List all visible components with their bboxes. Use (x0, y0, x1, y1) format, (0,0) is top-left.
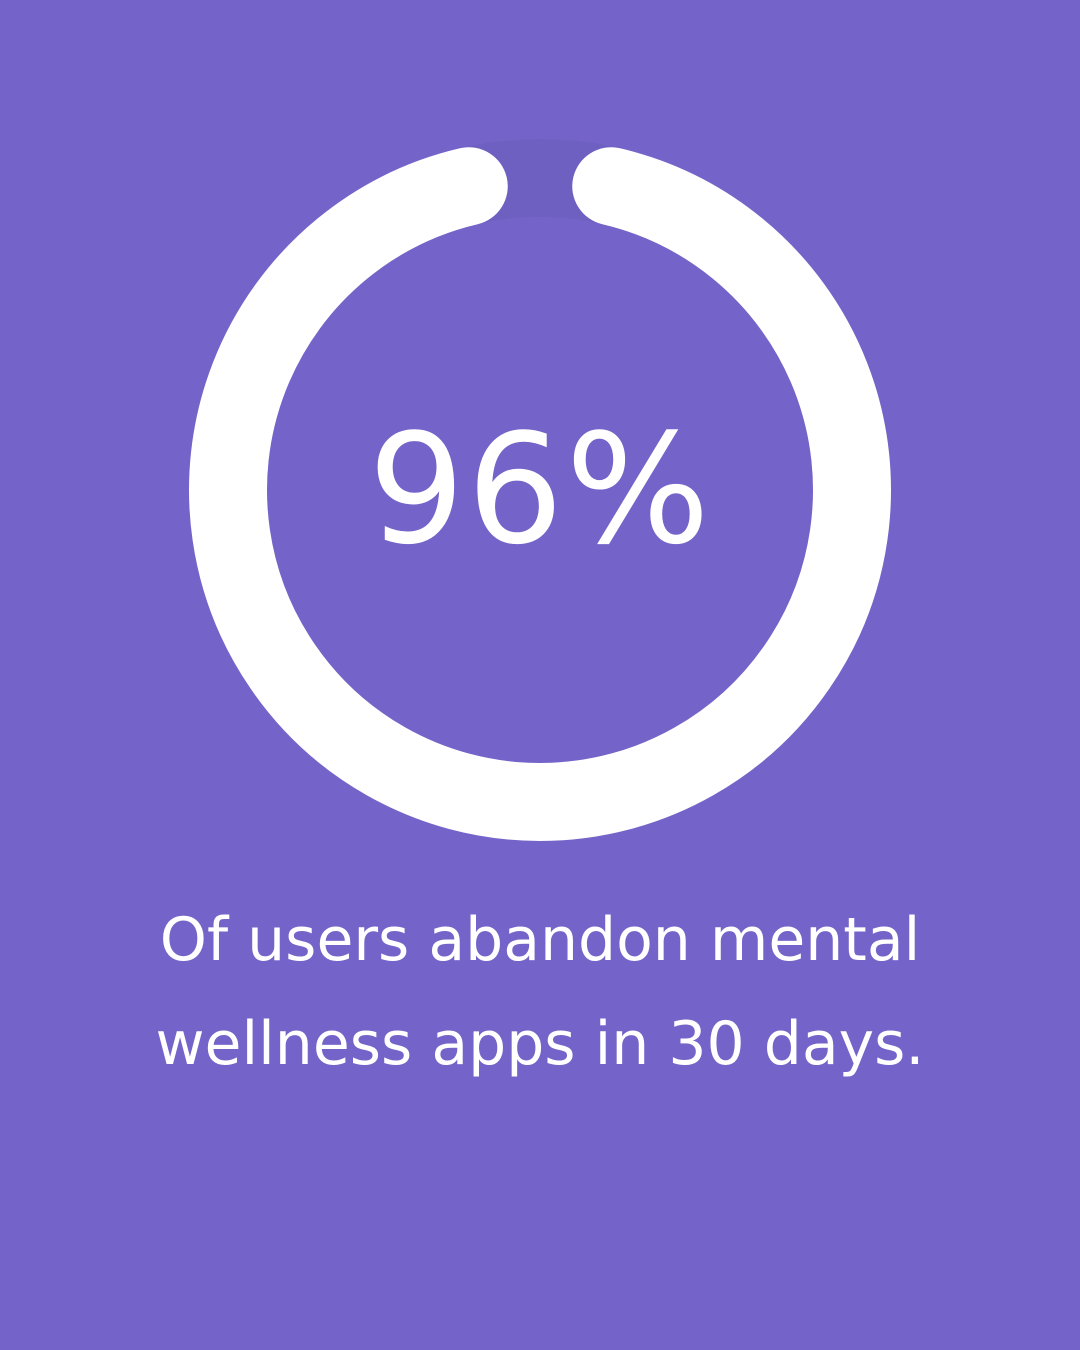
stat-value: 96% (368, 401, 712, 578)
caption-line-1: Of users abandon mental (159, 905, 921, 975)
stat-caption: Of users abandon mental wellness apps in… (60, 888, 1020, 1096)
caption-line-2: wellness apps in 30 days. (155, 1009, 925, 1079)
